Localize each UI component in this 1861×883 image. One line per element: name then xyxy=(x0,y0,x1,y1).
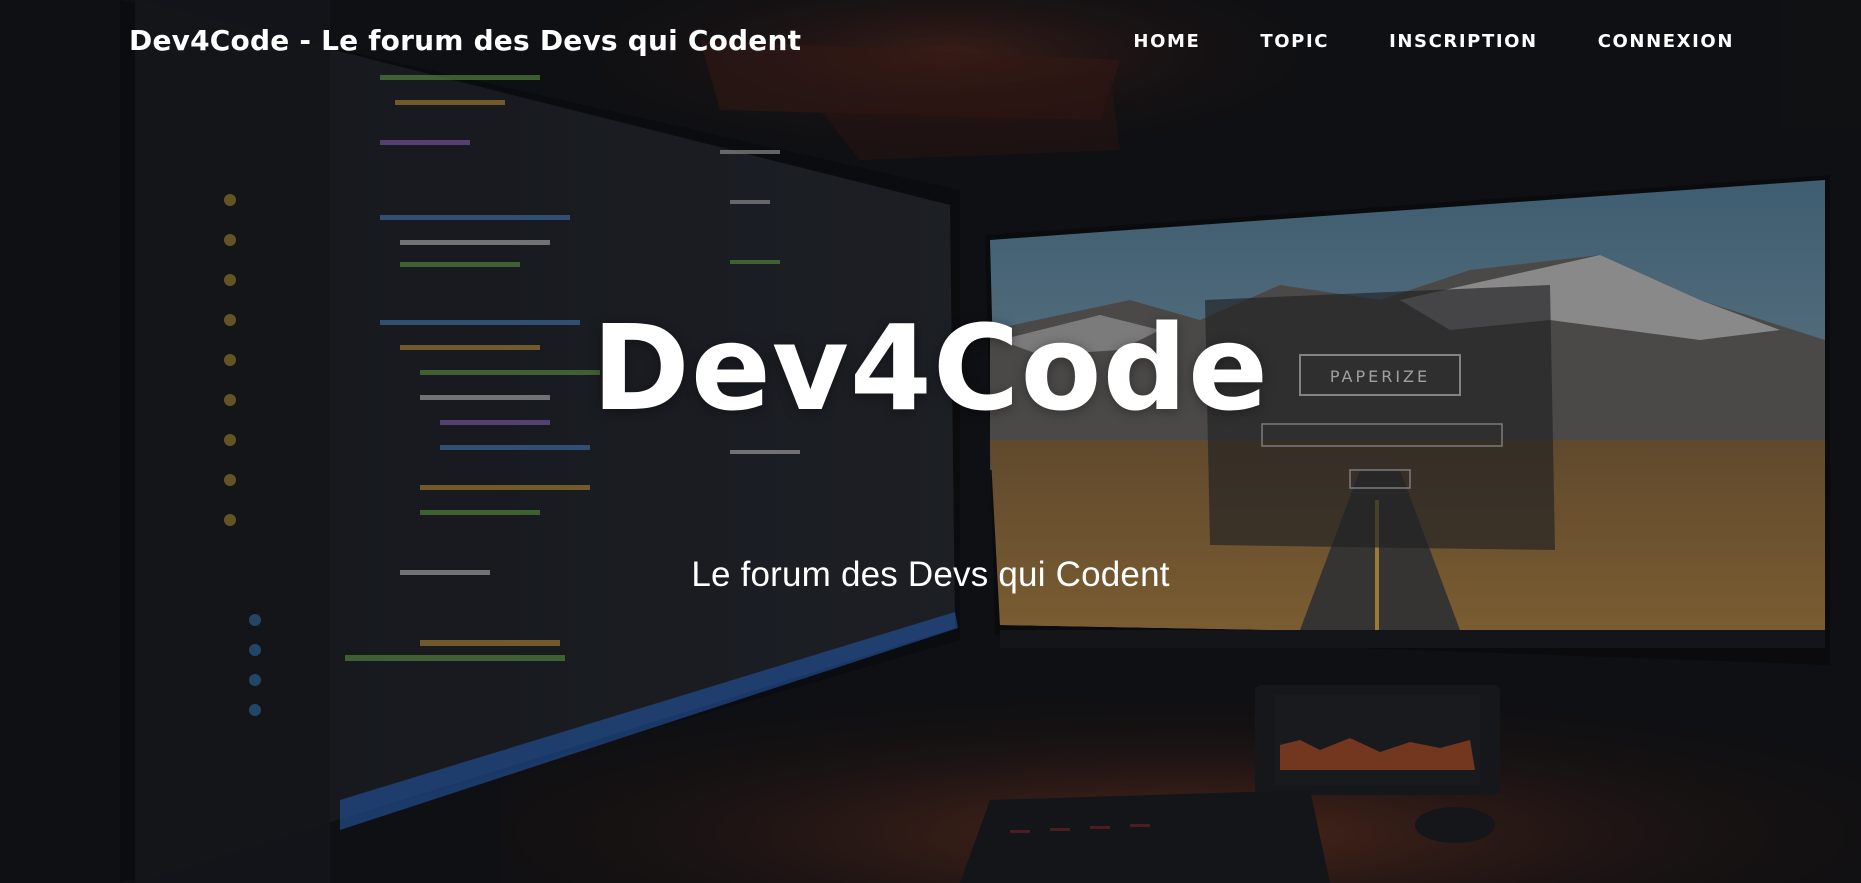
nav-link-topic[interactable]: TOPIC xyxy=(1260,31,1329,52)
navbar: Dev4Code - Le forum des Devs qui Codent … xyxy=(0,0,1861,88)
nav-item-inscription: INSCRIPTION xyxy=(1389,31,1538,52)
nav-link-inscription[interactable]: INSCRIPTION xyxy=(1389,31,1538,52)
brand-link[interactable]: Dev4Code - Le forum des Devs qui Codent xyxy=(129,24,801,57)
nav-link-connexion[interactable]: CONNEXION xyxy=(1598,31,1734,52)
hero-section: PAPERIZE Dev4Code - Le forum des Devs qu… xyxy=(0,0,1861,883)
hero-title: Dev4Code xyxy=(591,299,1270,437)
nav-item-home: HOME xyxy=(1133,31,1200,52)
nav-item-connexion: CONNEXION xyxy=(1598,31,1734,52)
hero-subtitle: Le forum des Devs qui Codent xyxy=(691,555,1170,594)
hero-dark-overlay xyxy=(0,0,1861,883)
nav-item-topic: TOPIC xyxy=(1260,31,1329,52)
nav-link-home[interactable]: HOME xyxy=(1133,31,1200,52)
nav-links: HOME TOPIC INSCRIPTION CONNEXION xyxy=(1073,31,1734,52)
